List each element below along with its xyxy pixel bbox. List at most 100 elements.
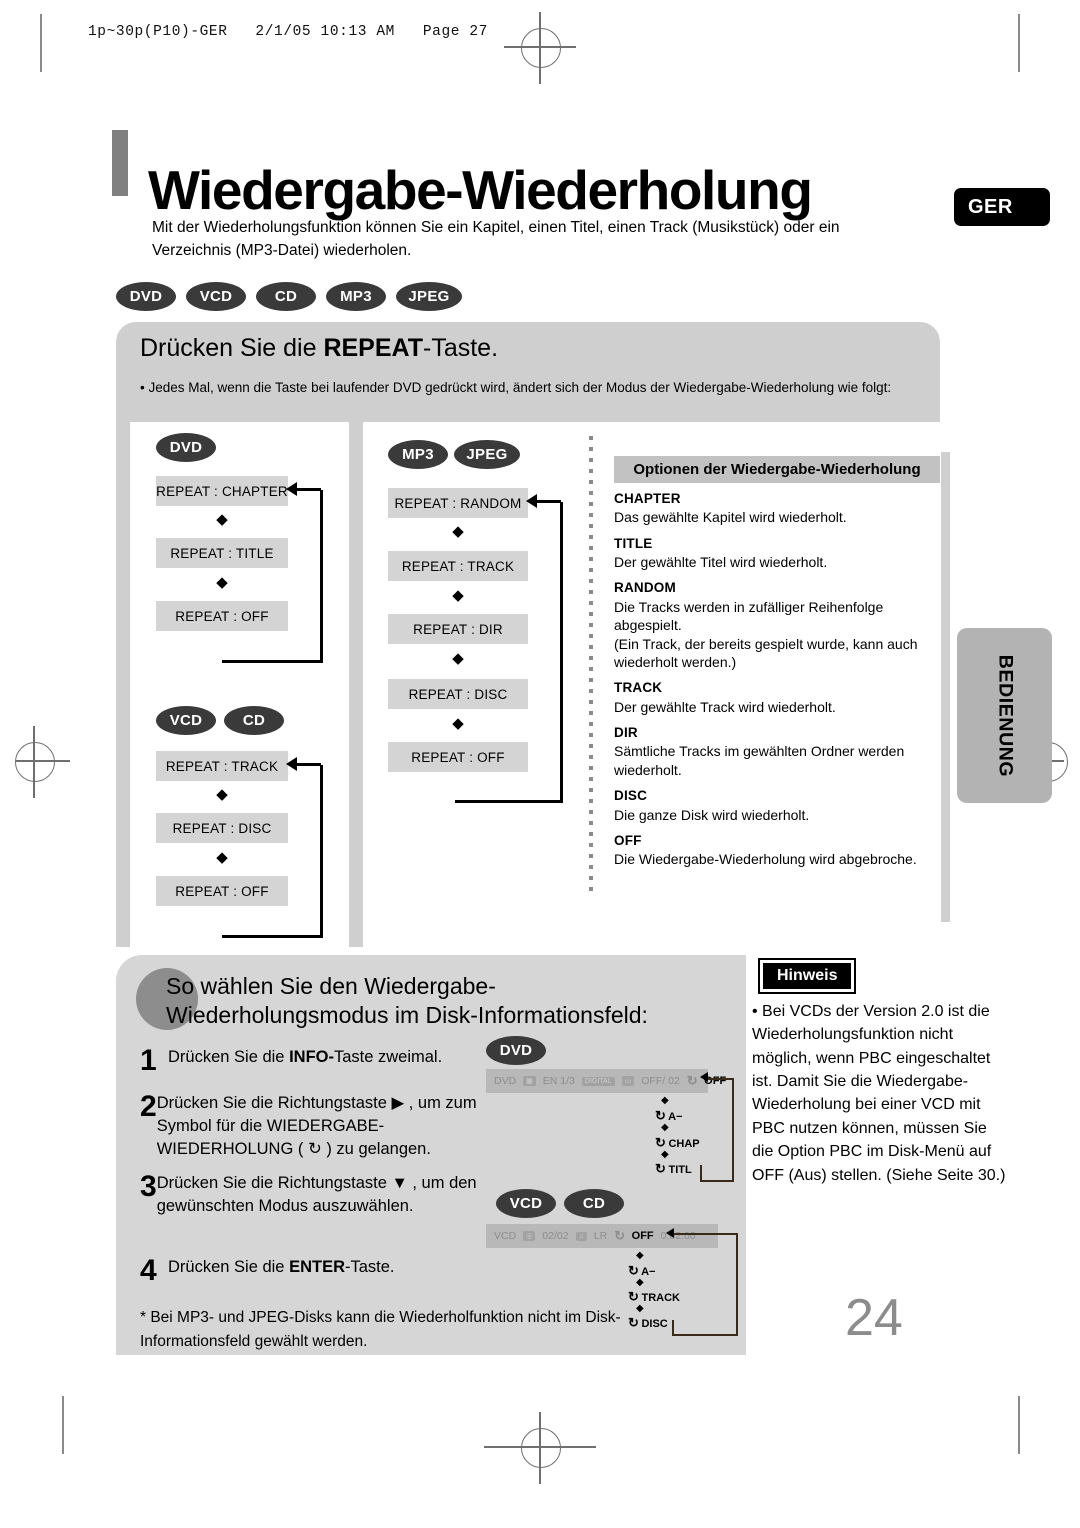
flow-box-dvd-title: REPEAT : TITLE — [156, 538, 288, 568]
osd-vcd-diamond-2: ◆ — [636, 1277, 644, 1288]
osd-vcd-diamond-1: ◆ — [636, 1250, 644, 1261]
media-format-pill-row: DVD VCD CD MP3 JPEG — [116, 282, 462, 311]
page-title: Wiedergabe-Wiederholung — [148, 158, 813, 221]
flow-box-vcd-track: REPEAT : TRACK — [156, 751, 288, 781]
procedure-step-2-text: Drücken Sie die Richtungstaste ▶ , um zu… — [156, 1094, 477, 1158]
option-term-chapter: CHAPTER — [614, 491, 681, 506]
procedure-step-4-pre: Drücken Sie die — [168, 1258, 290, 1276]
option-desc-dir: Sämtliche Tracks im gewählten Ordner wer… — [614, 743, 905, 778]
media-pill-cd: CD — [256, 282, 316, 311]
osd-vcd-track-icon: ◎ — [523, 1231, 536, 1241]
osd-dvd-diamond-2: ◆ — [661, 1122, 669, 1133]
osd-vcd-disc-label: VCD — [494, 1230, 517, 1242]
flow-arrow-vcd-2: ◆ — [216, 849, 228, 866]
procedure-step-3-number: 3 — [140, 1170, 157, 1203]
repeat-instruction-heading: Drücken Sie die REPEAT-Taste. — [140, 334, 498, 363]
repeat-heading-key: REPEAT — [323, 334, 423, 362]
option-item-disc: DISC Die ganze Disk wird wiederholt. — [614, 787, 950, 824]
options-list: CHAPTER Das gewählte Kapitel wird wieder… — [614, 490, 950, 877]
flow-divider-middle — [349, 422, 363, 947]
flow-arrow-dvd-1: ◆ — [216, 511, 228, 528]
procedure-step-4-bold: ENTER — [289, 1258, 345, 1276]
title-accent-bar — [112, 130, 128, 196]
osd-dvd-diamond-3: ◆ — [661, 1149, 669, 1160]
flow-box-mp3-random: REPEAT : RANDOM — [388, 488, 528, 518]
procedure-step-1-number: 1 — [140, 1044, 157, 1077]
procedure-step-2-number: 2 — [140, 1090, 157, 1123]
osd-pill-cd: CD — [564, 1189, 624, 1218]
osd-dvd-step-chap-label: CHAP — [668, 1138, 700, 1150]
flow-divider-left — [116, 422, 130, 947]
flow-arrow-dvd-2: ◆ — [216, 574, 228, 591]
osd-dvd-subtitle-icon: ▭ — [621, 1076, 635, 1086]
osd-dvd-diamond-1: ◆ — [661, 1095, 669, 1106]
osd-vcd-audio-label: LR — [593, 1230, 608, 1242]
section-side-tab-label: BEDIENUNG — [994, 654, 1016, 777]
media-pill-vcd: VCD — [186, 282, 246, 311]
media-pill-dvd: DVD — [116, 282, 176, 311]
flow-pill-jpeg: JPEG — [454, 440, 520, 469]
repeat-instruction-bullet: • Jedes Mal, wenn die Taste bei laufende… — [140, 380, 892, 395]
flow-pill-mp3: MP3 — [388, 440, 448, 469]
option-item-title: TITLE Der gewählte Titel wird wiederholt… — [614, 535, 950, 572]
language-badge: GER — [954, 188, 1050, 226]
osd-vcd-repeat-value: OFF — [631, 1230, 654, 1242]
osd-dvd-repeat-icon: ↻ — [686, 1073, 698, 1088]
flow-arrow-mp3-3: ◆ — [452, 650, 464, 667]
option-item-random: RANDOM Die Tracks werden in zufälliger R… — [614, 579, 950, 671]
flow-pill-cd: CD — [224, 706, 284, 735]
option-desc-off: Die Wiedergabe-Wiederholung wird abgebro… — [614, 851, 917, 868]
flow-box-vcd-disc: REPEAT : DISC — [156, 813, 288, 843]
procedure-step-1-pre: Drücken Sie die — [168, 1048, 290, 1066]
procedure-step-1-post: Taste zweimal. — [333, 1048, 443, 1066]
crop-line-top-right — [1018, 14, 1020, 72]
section-side-tab: BEDIENUNG — [957, 628, 1052, 803]
osd-vcd-track-label: 02/02 — [542, 1230, 569, 1242]
flow-box-mp3-track: REPEAT : TRACK — [388, 551, 528, 581]
option-item-off: OFF Die Wiedergabe-Wiederholung wird abg… — [614, 832, 950, 869]
osd-vcd-step-disc-icon: ↻ — [628, 1315, 639, 1330]
crop-line-bottom-left — [62, 1396, 64, 1454]
note-body: • Bei VCDs der Version 2.0 ist die Wiede… — [752, 1003, 1006, 1184]
note-badge: Hinweis — [757, 958, 857, 994]
crop-line-bottom-right — [1018, 1396, 1020, 1454]
osd-vcd-diamond-3: ◆ — [636, 1303, 644, 1314]
flow-arrow-mp3-4: ◆ — [452, 715, 464, 732]
osd-dvd-step-a-icon: ↻ — [655, 1108, 666, 1123]
procedure-step-1-text: Drücken Sie die INFO-Taste zweimal. — [168, 1046, 442, 1069]
osd-vcd-step-disc-label: DISC — [641, 1318, 668, 1330]
repeat-heading-suffix: -Taste. — [423, 334, 499, 362]
option-term-track: TRACK — [614, 680, 663, 696]
osd-dvd-subtitle-label: OFF/ 02 — [641, 1075, 680, 1087]
media-pill-mp3: MP3 — [326, 282, 386, 311]
osd-dvd-step-titl: ↻ TITL — [655, 1161, 692, 1177]
procedure-step-4-text: Drücken Sie die ENTER-Taste. — [168, 1256, 395, 1279]
flow-box-dvd-chapter: REPEAT : CHAPTER — [156, 476, 288, 506]
repeat-heading-prefix: Drücken Sie die — [140, 334, 324, 362]
flow-pill-vcd: VCD — [156, 706, 216, 735]
option-item-chapter: CHAPTER Das gewählte Kapitel wird wieder… — [614, 490, 950, 527]
media-pill-jpeg: JPEG — [396, 282, 462, 311]
option-term-disc: DISC — [614, 788, 648, 804]
flow-pill-dvd: DVD — [156, 433, 216, 462]
osd-dvd-digital-icon: DIGITAL — [581, 1076, 615, 1086]
osd-vcd-step-track-label: TRACK — [641, 1292, 680, 1304]
procedure-step-4: 4 Drücken Sie die ENTER-Taste. — [140, 1256, 490, 1286]
osd-dvd-step-titl-icon: ↻ — [655, 1161, 666, 1176]
flow-divider-dotted — [589, 436, 593, 898]
procedure-step-4-number: 4 — [140, 1254, 157, 1287]
flow-arrow-mp3-1: ◆ — [452, 523, 464, 540]
osd-vcd-audio-icon: ♫ — [575, 1231, 587, 1241]
flow-box-dvd-off: REPEAT : OFF — [156, 601, 288, 631]
osd-dvd-audio-label: EN 1/3 — [542, 1075, 575, 1087]
option-item-track: TRACK Der gewählte Track wird wiederholt… — [614, 679, 950, 716]
procedure-step-4-post: -Taste. — [344, 1258, 395, 1276]
option-term-off: OFF — [614, 833, 642, 848]
flow-box-vcd-off: REPEAT : OFF — [156, 876, 288, 906]
option-item-dir: DIR Sämtliche Tracks im gewählten Ordner… — [614, 724, 950, 779]
procedure-step-2: 2 Drücken Sie die Richtungstaste ▶ , um … — [140, 1092, 490, 1160]
option-desc-random: Die Tracks werden in zufälliger Reihenfo… — [614, 598, 918, 670]
print-header-meta: 1p~30p(P10)-GER 2/1/05 10:13 AM Page 27 — [88, 24, 488, 40]
osd-pill-vcd: VCD — [496, 1189, 556, 1218]
procedure-step-3: 3 Drücken Sie die Richtungstaste ▼ , um … — [140, 1172, 480, 1218]
